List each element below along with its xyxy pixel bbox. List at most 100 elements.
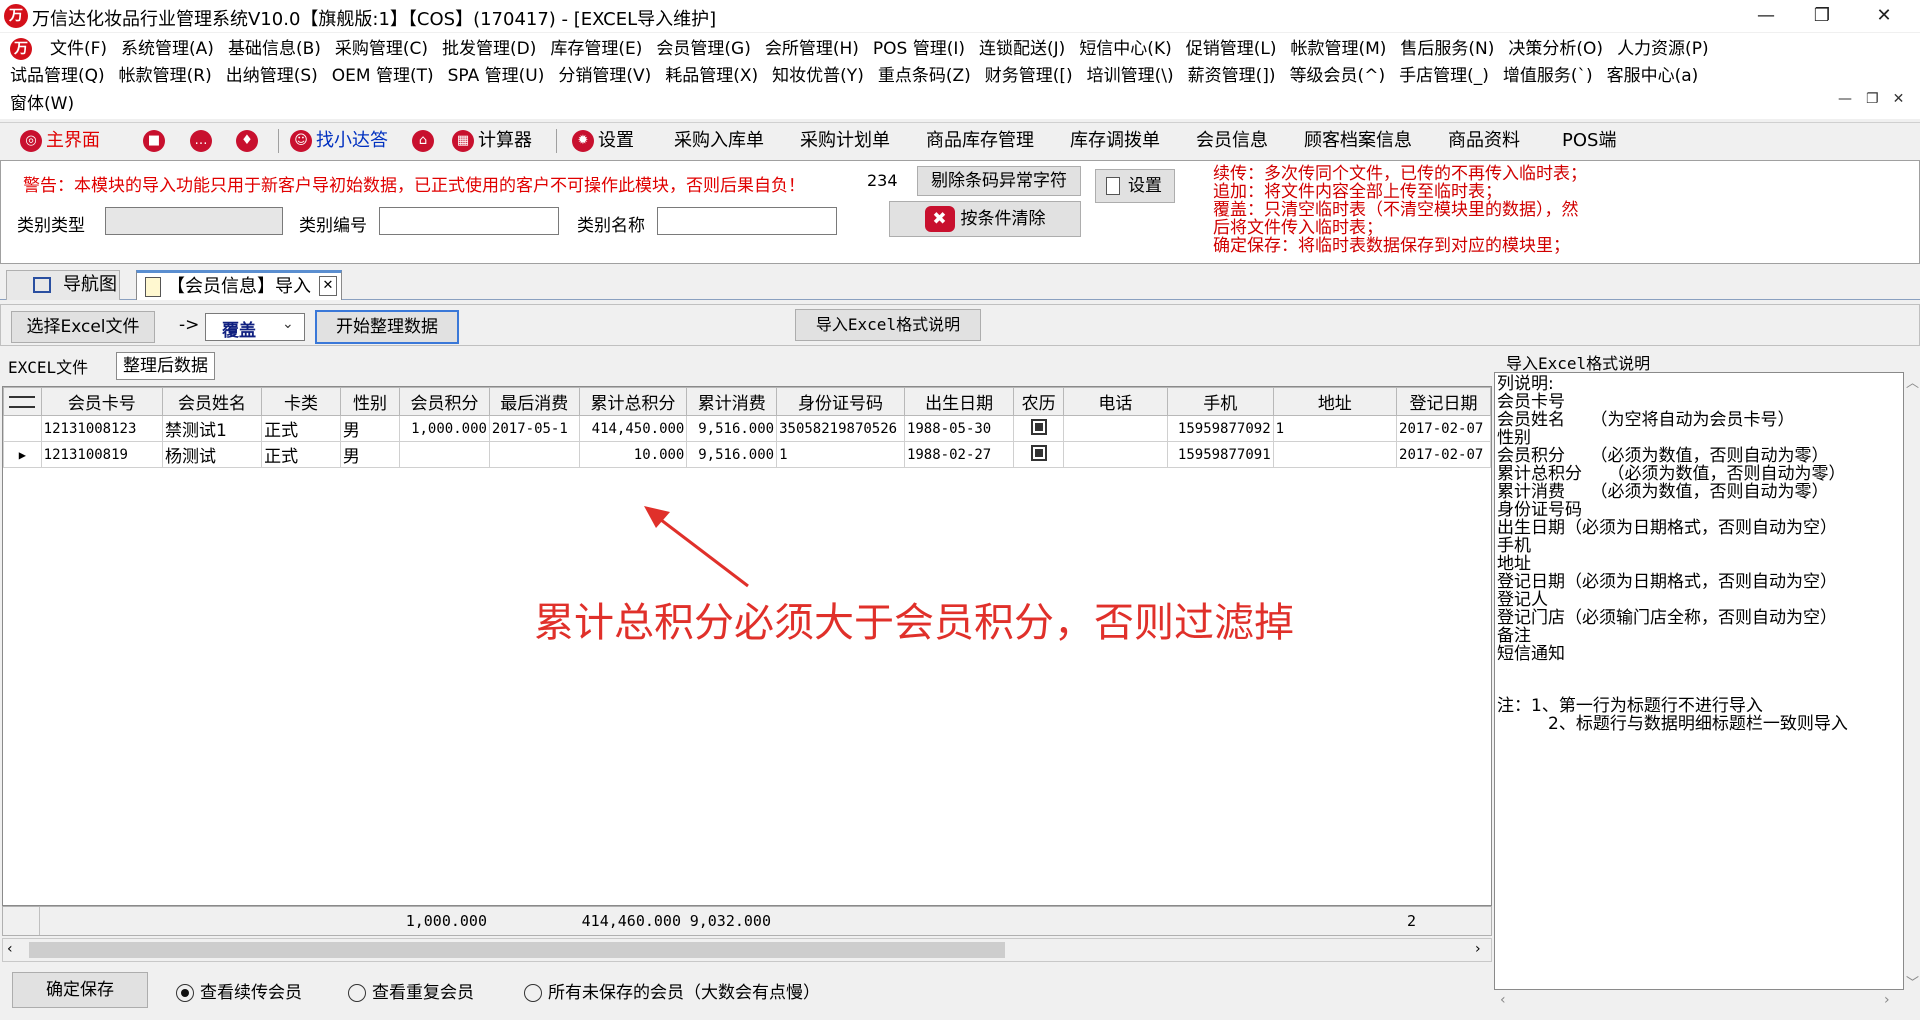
cell-lunar[interactable] [1013,415,1064,442]
cell-birth[interactable]: 1988-02-27 [903,441,1015,468]
col-header[interactable]: 会员姓名 [161,387,263,416]
code-input[interactable] [379,207,559,235]
cell-gender[interactable]: 男 [339,415,401,442]
clear-by-condition-button[interactable]: ✖ 按条件清除 [889,201,1081,237]
cell-id[interactable]: 35058219870526 [776,415,905,442]
cell-total-points[interactable]: 10.000 [578,441,688,468]
cell-total-spend[interactable]: 9,516.000 [686,441,778,468]
cell-points[interactable]: 1,000.000 [399,415,490,442]
tb-shield-button[interactable]: ♦ [236,127,262,155]
mdi-minimize-button[interactable]: — [1838,91,1852,107]
help-vertical-scrollbar[interactable]: ︿ ﹀ [1904,372,1920,991]
cell-addr[interactable]: 1 [1272,415,1398,442]
checkbox-icon[interactable] [1030,418,1047,435]
col-header[interactable]: 最后消费 [488,387,580,416]
row-marker[interactable]: ▶ [3,441,42,468]
menu-salary[interactable]: 薪资管理(]) [1182,62,1284,90]
menu-purchase[interactable]: 采购管理(C) [329,35,436,63]
menu-file[interactable]: 文件(F) [44,35,115,63]
format-help-button[interactable]: 导入Excel格式说明 [795,309,981,341]
mdi-restore-button[interactable]: ❐ [1866,91,1879,107]
tb-stock-mgmt[interactable]: 商品库存管理 [926,127,1034,155]
cell-addr[interactable] [1272,441,1398,468]
minimize-button[interactable]: — [1738,0,1794,32]
row-marker[interactable] [3,415,42,442]
scroll-thumb[interactable] [29,942,1005,958]
menu-promo[interactable]: 促销管理(L) [1180,35,1285,63]
remove-abnormal-chars-button[interactable]: 剔除条码异常字符 [917,166,1081,196]
col-header[interactable]: 登记日期 [1396,387,1491,416]
radio-view-all-unsaved[interactable]: 所有未保存的会员（大数会有点慢） [524,978,820,1003]
col-header[interactable]: 会员卡号 [40,387,163,416]
row-header-cell[interactable] [3,387,42,416]
cell-id[interactable]: 1 [776,441,905,468]
cell-total-points[interactable]: 414,450.000 [578,415,688,442]
col-header[interactable]: 农历 [1013,387,1064,416]
tb-pos[interactable]: POS端 [1562,127,1616,155]
cell-lunar[interactable] [1013,441,1064,468]
tb-transfer[interactable]: 库存调拨单 [1070,127,1160,155]
col-header[interactable]: 身份证号码 [776,387,905,416]
subtab-excel-file[interactable]: EXCEL文件 [8,354,88,378]
menu-finance[interactable]: 财务管理([) [979,62,1081,90]
menu-oem[interactable]: OEM 管理(T) [326,62,442,90]
menu-level-member[interactable]: 等级会员(^) [1284,62,1394,90]
confirm-save-button[interactable]: 确定保存 [12,972,148,1008]
cell-birth[interactable]: 1988-05-30 [903,415,1015,442]
tb-settings-button[interactable]: ✹ 设置 [572,127,634,155]
menu-inventory[interactable]: 库存管理(E) [544,35,650,63]
start-process-button[interactable]: 开始整理数据 [315,310,459,344]
tb-calculator-button[interactable]: ▦ 计算器 [452,127,532,155]
menu-accounts2[interactable]: 帐款管理(R) [113,62,220,90]
tab-member-import[interactable]: 【会员信息】导入 ✕ [136,270,342,300]
menu-club[interactable]: 会所管理(H) [759,35,867,63]
col-header[interactable]: 累计消费 [686,387,778,416]
menu-accounts[interactable]: 帐款管理(M) [1284,35,1394,63]
menu-pos[interactable]: POS 管理(I) [867,35,973,63]
cell-phone[interactable] [1062,441,1168,468]
col-header[interactable]: 电话 [1062,387,1168,416]
menu-hr[interactable]: 人力资源(P) [1611,35,1717,63]
menu-trial[interactable]: 试品管理(Q) [4,62,113,90]
cell-points[interactable] [399,441,490,468]
cell-card[interactable]: 1213100819 [40,441,163,468]
cell-type[interactable]: 正式 [261,441,341,468]
menu-barcode[interactable]: 重点条码(Z) [872,62,979,90]
menu-aftersales[interactable]: 售后服务(N) [1394,35,1502,63]
scroll-left-icon[interactable]: ‹ [7,941,13,957]
cell-last[interactable]: 2017-05-1 [488,415,580,442]
col-header[interactable]: 卡类 [261,387,341,416]
tb-product-info[interactable]: 商品资料 [1448,127,1520,155]
tb-purchase-in[interactable]: 采购入库单 [674,127,764,155]
type-input[interactable] [105,207,283,235]
menu-store[interactable]: 手店管理(_) [1393,62,1497,90]
menu-system[interactable]: 系统管理(A) [115,35,222,63]
close-tab-icon[interactable]: ✕ [319,276,337,296]
cell-reg[interactable]: 2017-02-07 [1396,415,1491,442]
tb-helper-button[interactable]: ☺ 找小达答 [290,127,388,155]
menu-sms[interactable]: 短信中心(K) [1073,35,1179,63]
tb-member-info[interactable]: 会员信息 [1196,127,1268,155]
menu-distribution[interactable]: 分销管理(V) [552,62,659,90]
menu-consumables[interactable]: 耗品管理(X) [659,62,766,90]
col-header[interactable]: 会员积分 [399,387,490,416]
name-input[interactable] [657,207,837,235]
filter-settings-button[interactable]: 设置 [1095,169,1175,203]
cell-phone[interactable] [1062,415,1168,442]
menu-member[interactable]: 会员管理(G) [650,35,758,63]
cell-card[interactable]: 12131008123 [40,415,163,442]
help-horizontal-scrollbar[interactable]: ‹ › [1494,992,1904,1014]
cell-total-spend[interactable]: 9,516.000 [686,415,778,442]
mode-select[interactable]: 覆盖 ⌄ [205,313,305,341]
cell-gender[interactable]: 男 [339,441,401,468]
menu-decision[interactable]: 决策分析(O) [1502,35,1611,63]
scroll-left-icon[interactable]: ‹ [1500,992,1506,1008]
menu-basic-info[interactable]: 基础信息(B) [222,35,329,63]
col-header[interactable]: 出生日期 [903,387,1015,416]
cell-mobile[interactable]: 15959877092 [1166,415,1274,442]
tb-lock-button[interactable]: ■ [143,127,169,155]
tab-navigation[interactable]: 导航图 [6,270,120,300]
tb-chat-button[interactable]: … [190,127,216,155]
radio-view-resumed[interactable]: 查看续传会员 [176,978,302,1003]
col-header[interactable]: 性别 [339,387,401,416]
